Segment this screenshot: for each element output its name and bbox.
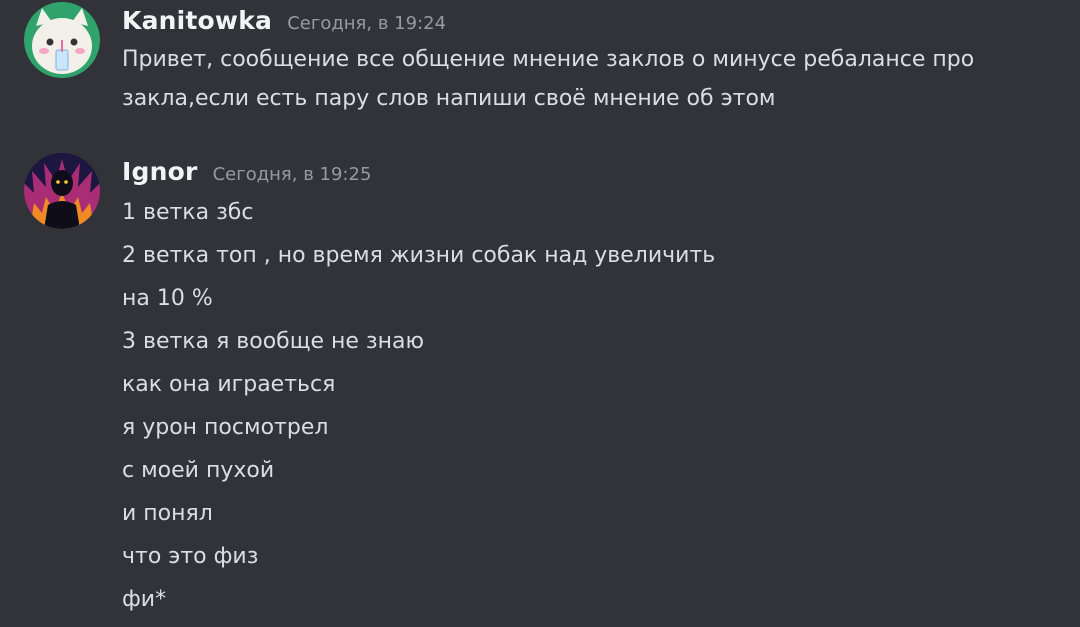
message-line: 3 ветка я вообще не знаю — [122, 329, 424, 354]
dark-figure-avatar-icon[interactable] — [24, 153, 100, 229]
username[interactable]: Kanitowka — [122, 6, 272, 35]
message-line: на 10 % — [122, 286, 213, 311]
username[interactable]: Ignor — [122, 157, 198, 186]
message-line: и понял — [122, 501, 213, 526]
message-line: с моей пухой — [122, 458, 275, 483]
message-line: 2 ветка топ , но время жизни собак над у… — [122, 243, 716, 268]
message-line: Привет, сообщение все общение мнение зак… — [122, 47, 975, 72]
message-line: как она играеться — [122, 372, 336, 397]
timestamp: Сегодня, в 19:25 — [212, 164, 372, 185]
timestamp: Сегодня, в 19:24 — [287, 13, 447, 34]
message-line: что это физ — [122, 544, 259, 569]
message-line: закла,если есть пару слов напиши своё мн… — [122, 86, 776, 111]
message-line: я урон посмотрел — [122, 415, 329, 440]
chat-messages: Kanitowka Сегодня, в 19:24 Привет, сообщ… — [0, 0, 1080, 627]
message-line: фи* — [122, 587, 167, 612]
cat-avatar-icon[interactable] — [24, 2, 100, 78]
message-header: Ignor Сегодня, в 19:25 — [122, 157, 371, 186]
message-header: Kanitowka Сегодня, в 19:24 — [122, 6, 446, 35]
message-line: 1 ветка збс — [122, 200, 254, 225]
